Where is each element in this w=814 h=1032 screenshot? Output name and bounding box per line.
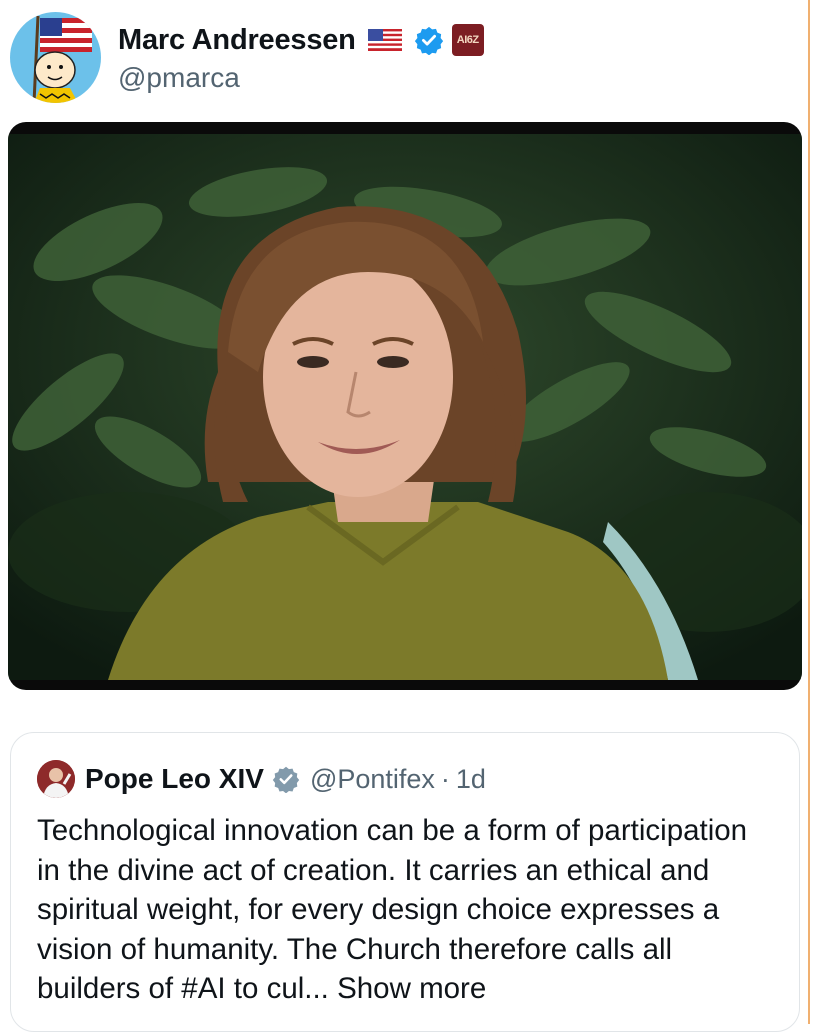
- page-edge-rule: [808, 0, 810, 1024]
- tweet-media-video[interactable]: [8, 122, 802, 690]
- us-flag-icon: [367, 29, 402, 51]
- author-handle[interactable]: @pmarca: [118, 62, 484, 94]
- affiliation-badge[interactable]: AI6Z: [451, 24, 484, 56]
- show-more-link[interactable]: Show more: [337, 972, 486, 1005]
- author-avatar[interactable]: [10, 12, 101, 103]
- quoted-author-avatar[interactable]: [37, 760, 75, 798]
- quoted-tweet-text: Technological innovation can be a form o…: [37, 811, 777, 1009]
- author-display-name[interactable]: Marc Andreessen: [118, 24, 356, 57]
- verified-gray-badge-icon: [272, 765, 300, 794]
- quoted-timestamp[interactable]: 1d: [456, 764, 486, 795]
- quoted-tweet-card[interactable]: Pope Leo XIV @Pontifex · 1d Technologica…: [10, 732, 800, 1032]
- verified-badge-icon[interactable]: [414, 25, 444, 56]
- tweet-header: Marc Andreessen AI6Z @pmarca: [10, 12, 484, 104]
- separator-dot: ·: [440, 763, 450, 794]
- quoted-author-name[interactable]: Pope Leo XIV: [85, 763, 264, 795]
- quoted-author-handle[interactable]: @Pontifex: [310, 764, 435, 795]
